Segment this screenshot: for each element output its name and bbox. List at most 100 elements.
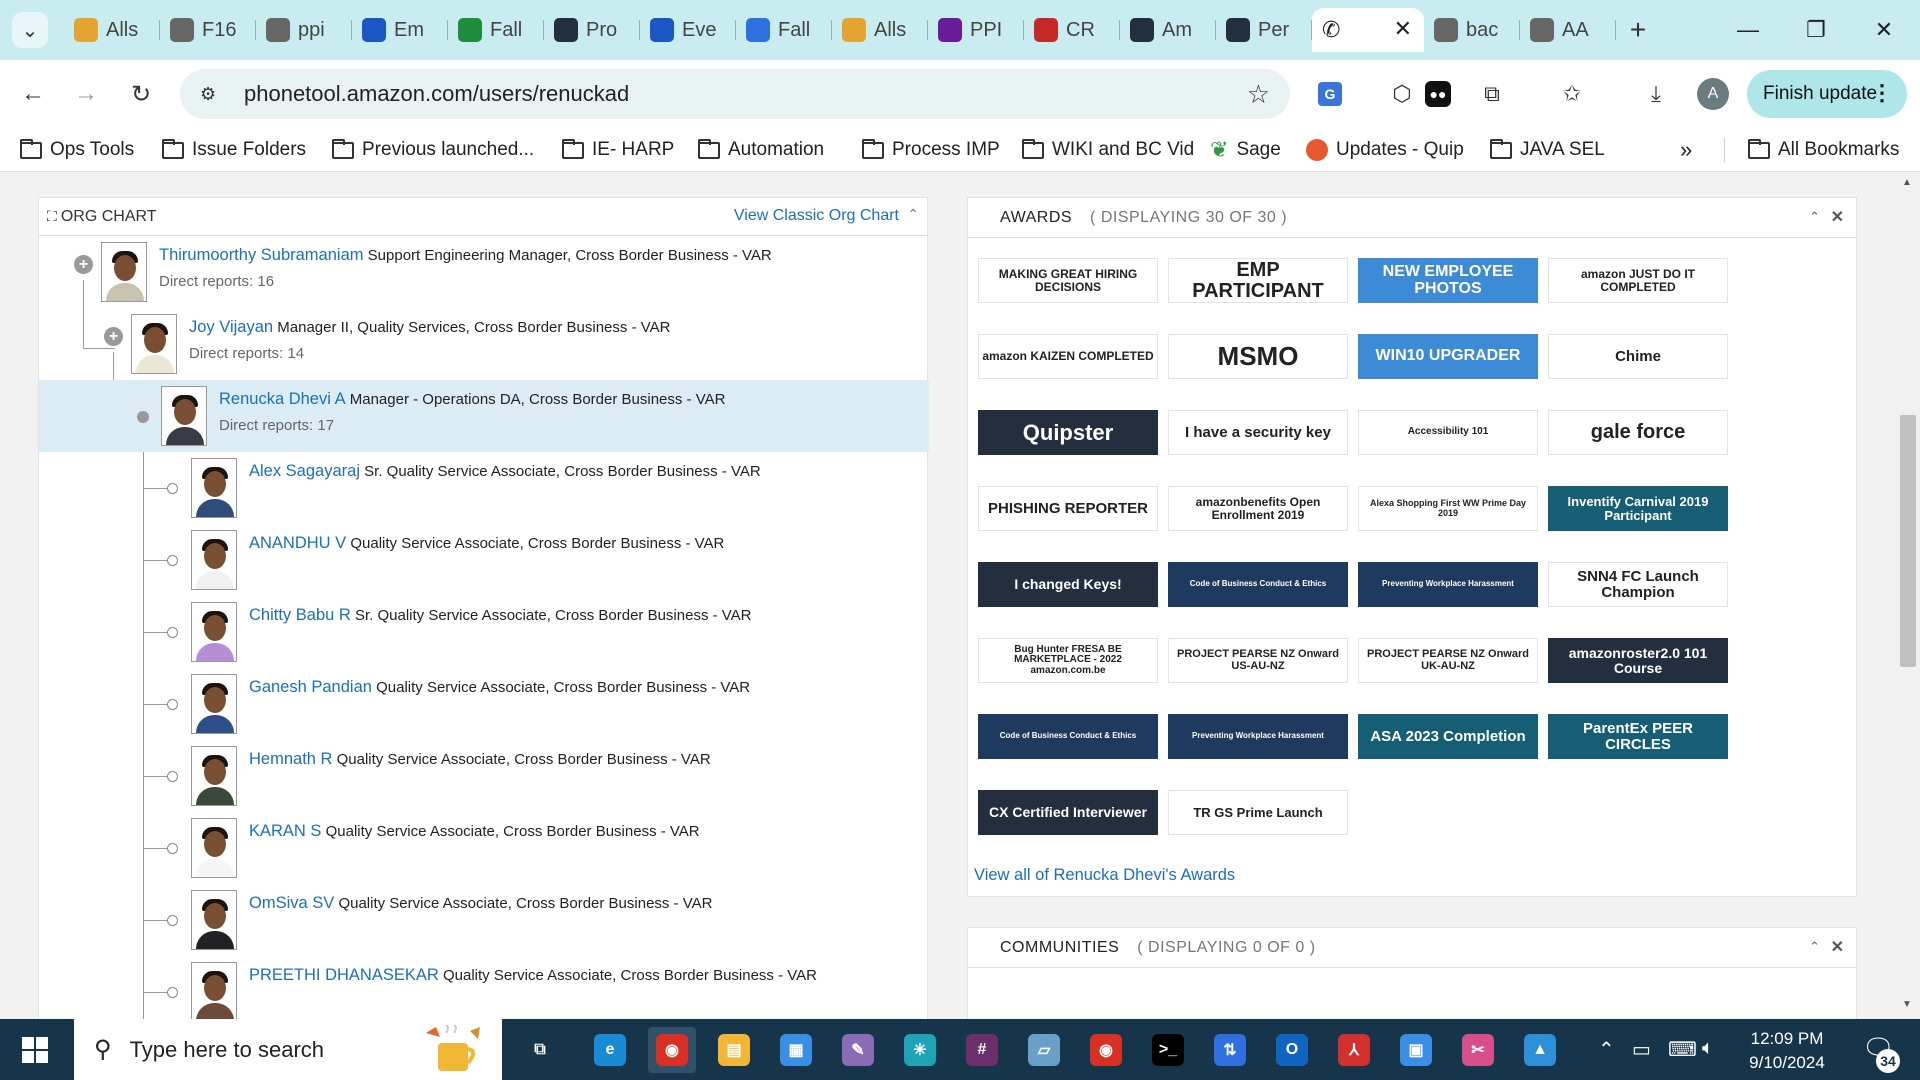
person-name-link[interactable]: ANANDHU V <box>249 534 346 552</box>
tab-search-button[interactable]: ⌄ <box>12 12 48 48</box>
notes-icon[interactable]: ▱ <box>1020 1027 1068 1073</box>
tab-0[interactable]: Alls <box>64 8 160 52</box>
person-name-link[interactable]: OmSiva SV <box>249 894 334 912</box>
award-badge[interactable]: amazonroster2.0 101 Course <box>1548 638 1728 683</box>
award-badge[interactable]: MSMO <box>1168 334 1348 379</box>
award-badge[interactable]: CX Certified Interviewer <box>978 790 1158 835</box>
bookmark-item[interactable]: IE- HARP <box>562 136 674 164</box>
mountain-app-icon[interactable]: ▲ <box>1516 1027 1564 1073</box>
avatar[interactable] <box>161 386 207 446</box>
person-name-link[interactable]: KARAN S <box>249 822 321 840</box>
tab-6[interactable]: Eve <box>640 8 736 52</box>
download-icon[interactable]: ⤓ <box>1638 76 1674 112</box>
avatar[interactable] <box>191 602 237 662</box>
chrome-profile-icon[interactable]: ◉ <box>1082 1027 1130 1073</box>
task-view-icon[interactable]: ⧉ <box>516 1027 564 1073</box>
award-badge[interactable]: gale force <box>1548 410 1728 455</box>
app-icon[interactable]: ✳ <box>896 1027 944 1073</box>
tab-active-phonetool[interactable]: ✆ ✕ <box>1312 8 1424 52</box>
site-info-icon[interactable]: ⚙ <box>200 84 224 105</box>
scroll-thumb[interactable] <box>1900 415 1916 667</box>
award-badge[interactable]: EMP PARTICIPANT <box>1168 258 1348 303</box>
forward-button[interactable]: → <box>68 76 104 112</box>
award-badge[interactable]: Preventing Workplace Harassment <box>1358 562 1538 607</box>
person-name-link[interactable]: Hemnath R <box>249 750 332 768</box>
award-badge[interactable]: I have a security key <box>1168 410 1348 455</box>
org-person-row[interactable]: Thirumoorthy Subramaniam Support Enginee… <box>39 236 929 308</box>
award-badge[interactable]: Inventify Carnival 2019 Participant <box>1548 486 1728 531</box>
person-name-link[interactable]: Joy Vijayan <box>189 318 273 336</box>
all-bookmarks-button[interactable]: All Bookmarks <box>1748 136 1899 164</box>
extensions-puzzle-icon[interactable]: ⧉ <box>1474 76 1510 112</box>
collapse-icon[interactable]: ⌃ <box>1809 209 1820 225</box>
person-name-link[interactable]: Chitty Babu R <box>249 606 351 624</box>
award-badge[interactable]: Bug Hunter FRESA BE MARKETPLACE - 2022 a… <box>978 638 1158 683</box>
address-bar[interactable]: ⚙ phonetool.amazon.com/users/renuckad ☆ <box>180 69 1290 119</box>
award-badge[interactable]: PROJECT PEARSE NZ Onward US-AU-NZ <box>1168 638 1348 683</box>
bookmark-item[interactable]: Previous launched... <box>332 136 534 164</box>
tab-3[interactable]: Em <box>352 8 448 52</box>
award-badge[interactable]: WIN10 UPGRADER <box>1358 334 1538 379</box>
bookmark-item[interactable]: Process IMP <box>862 136 1000 164</box>
notification-center-icon[interactable]: 🗨︎ 34 <box>1862 1033 1900 1073</box>
profile-avatar[interactable]: A <box>1697 78 1729 110</box>
person-name-link[interactable]: Renucka Dhevi A <box>219 390 346 408</box>
award-badge[interactable]: Code of Business Conduct & Ethics <box>1168 562 1348 607</box>
terminal-icon[interactable]: >_ <box>1144 1027 1192 1073</box>
minimize-button[interactable]: — <box>1728 10 1768 50</box>
chrome-icon[interactable]: ◉ <box>648 1027 696 1073</box>
tab-8[interactable]: Alls <box>832 8 928 52</box>
award-badge[interactable]: MAKING GREAT HIRING DECISIONS <box>978 258 1158 303</box>
network-tool-icon[interactable]: ⇅ <box>1206 1027 1254 1073</box>
scroll-up-arrow-icon[interactable]: ▲ <box>1902 177 1912 188</box>
bookmark-item[interactable]: ❦ Sage <box>1210 136 1281 164</box>
system-clock[interactable]: 12:09 PM 9/10/2024 <box>1724 1027 1850 1075</box>
tab-trail-0[interactable]: bac <box>1424 8 1520 52</box>
hexagon-extension-icon[interactable]: ⬡ <box>1384 76 1420 112</box>
close-icon[interactable]: ✕ <box>1831 937 1844 957</box>
tab-1[interactable]: F16 <box>160 8 256 52</box>
tab-9[interactable]: PPI <box>928 8 1024 52</box>
award-badge[interactable]: Alexa Shopping First WW Prime Day 2019 <box>1358 486 1538 531</box>
view-all-awards-link[interactable]: View all of Renucka Dhevi's Awards <box>974 866 1235 885</box>
pdf-icon[interactable]: ⅄ <box>1330 1027 1378 1073</box>
close-window-button[interactable]: ✕ <box>1864 10 1904 50</box>
tab-trail-1[interactable]: AA <box>1520 8 1616 52</box>
translate-extension-icon[interactable]: G <box>1312 76 1348 112</box>
person-name-link[interactable]: Ganesh Pandian <box>249 678 372 696</box>
org-person-row[interactable]: Joy Vijayan Manager II, Quality Services… <box>39 308 929 380</box>
scroll-down-arrow-icon[interactable]: ▼ <box>1902 999 1912 1010</box>
bookmark-item[interactable]: Automation <box>698 136 824 164</box>
award-badge[interactable]: Quipster <box>978 410 1158 455</box>
photos-icon[interactable]: ▣ <box>1392 1027 1440 1073</box>
person-name-link[interactable]: PREETHI DHANASEKAR <box>249 966 439 984</box>
award-badge[interactable]: NEW EMPLOYEE PHOTOS <box>1358 258 1538 303</box>
finish-update-button[interactable]: Finish update ⋮ <box>1747 70 1907 118</box>
back-button[interactable]: ← <box>15 76 51 112</box>
bookmark-star-icon[interactable]: ☆ <box>1247 79 1270 110</box>
avatar[interactable] <box>191 962 237 1019</box>
award-badge[interactable]: PROJECT PEARSE NZ Onward UK-AU-NZ <box>1358 638 1538 683</box>
store-icon[interactable]: ▦ <box>772 1027 820 1073</box>
taskbar-search-box[interactable]: ⚲ Type here to search <box>74 1019 502 1080</box>
tab-7[interactable]: Fall <box>736 8 832 52</box>
avatar[interactable] <box>191 458 237 518</box>
award-badge[interactable]: PHISHING REPORTER <box>978 486 1158 531</box>
more-bookmarks-button[interactable]: » <box>1680 136 1692 164</box>
paint-icon[interactable]: ✎ <box>834 1027 882 1073</box>
avatar[interactable] <box>191 530 237 590</box>
new-tab-button[interactable]: + <box>1616 8 1660 52</box>
avatar[interactable] <box>191 746 237 806</box>
person-name-link[interactable]: Thirumoorthy Subramaniam <box>159 246 364 264</box>
file-explorer-icon[interactable]: ▤ <box>710 1027 758 1073</box>
avatar[interactable] <box>101 242 147 302</box>
award-badge[interactable]: amazon JUST DO IT COMPLETED <box>1548 258 1728 303</box>
volume-icon[interactable]: 🔈︎ <box>1702 1037 1714 1060</box>
battery-icon[interactable]: ▭ <box>1632 1037 1651 1062</box>
award-badge[interactable]: Preventing Workplace Harassment <box>1168 714 1348 759</box>
bookmarks-list-icon[interactable]: ✩ <box>1554 76 1590 112</box>
tab-12[interactable]: Per <box>1216 8 1312 52</box>
award-badge[interactable]: amazonbenefits Open Enrollment 2019 <box>1168 486 1348 531</box>
slack-icon[interactable]: # <box>958 1027 1006 1073</box>
tab-10[interactable]: CR <box>1024 8 1120 52</box>
